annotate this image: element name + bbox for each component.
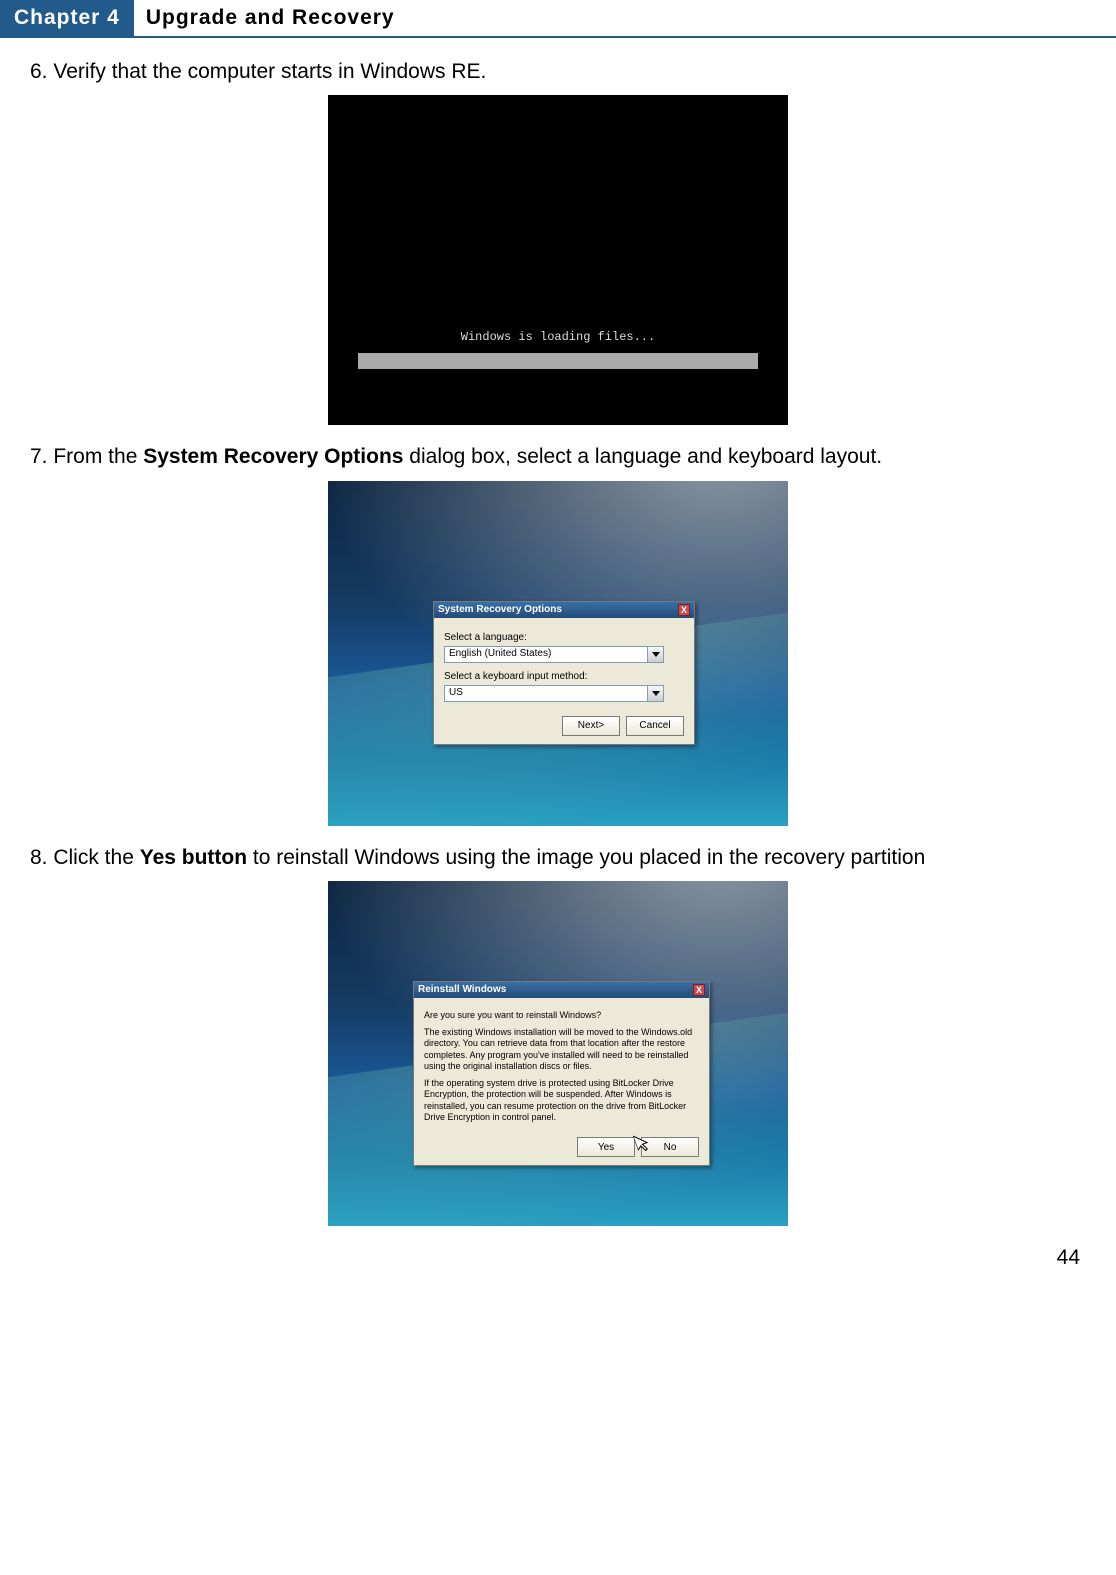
boot-progress-fill — [358, 353, 758, 369]
step-8-suffix: to reinstall Windows using the image you… — [247, 846, 925, 869]
confirm-question: Are you sure you want to reinstall Windo… — [424, 1010, 699, 1021]
keyboard-label: Select a keyboard input method: — [444, 671, 684, 682]
step-7-suffix: dialog box, select a language and keyboa… — [403, 445, 882, 468]
page-header: Chapter 4 Upgrade and Recovery — [0, 0, 1116, 38]
figure-reinstall-confirm: Reinstall Windows X Are you sure you wan… — [328, 881, 788, 1226]
keyboard-value: US — [445, 686, 647, 701]
language-select[interactable]: English (United States) — [444, 646, 664, 663]
confirm-text-1: The existing Windows installation will b… — [424, 1027, 699, 1072]
reinstall-dialog: Reinstall Windows X Are you sure you wan… — [413, 981, 710, 1166]
dialog-titlebar[interactable]: System Recovery Options X — [434, 602, 694, 618]
system-recovery-dialog: System Recovery Options X Select a langu… — [433, 601, 695, 745]
confirm-text-2: If the operating system drive is protect… — [424, 1078, 699, 1123]
keyboard-select[interactable]: US — [444, 685, 664, 702]
step-8-bold: Yes button — [140, 846, 247, 869]
yes-button[interactable]: Yes — [577, 1137, 635, 1157]
cancel-button[interactable]: Cancel — [626, 716, 684, 736]
page-number: 44 — [30, 1246, 1086, 1270]
step-6-prefix: 6. — [30, 60, 53, 83]
close-icon[interactable]: X — [678, 604, 690, 616]
step-7-bold: System Recovery Options — [143, 445, 403, 468]
figure-boot-screen: Windows is loading files... — [328, 95, 788, 425]
language-value: English (United States) — [445, 647, 647, 662]
dialog-title: Reinstall Windows — [418, 984, 506, 995]
step-6: 6. Verify that the computer starts in Wi… — [30, 58, 1086, 85]
chevron-down-icon[interactable] — [647, 647, 663, 662]
next-button[interactable]: Next> — [562, 716, 620, 736]
step-7-prefix: 7. From the — [30, 445, 143, 468]
dialog-title: System Recovery Options — [438, 604, 562, 615]
close-icon[interactable]: X — [693, 984, 705, 996]
language-label: Select a language: — [444, 632, 684, 643]
chapter-title: Upgrade and Recovery — [134, 0, 407, 36]
step-6-text: Verify that the computer starts in Windo… — [53, 60, 486, 83]
step-8: 8. Click the Yes button to reinstall Win… — [30, 844, 1086, 871]
chapter-badge: Chapter 4 — [0, 0, 134, 36]
step-7: 7. From the System Recovery Options dial… — [30, 443, 1086, 470]
boot-loading-text: Windows is loading files... — [328, 330, 788, 344]
step-8-prefix: 8. Click the — [30, 846, 140, 869]
dialog-titlebar[interactable]: Reinstall Windows X — [414, 982, 709, 998]
chevron-down-icon[interactable] — [647, 686, 663, 701]
figure-recovery-options: System Recovery Options X Select a langu… — [328, 481, 788, 826]
